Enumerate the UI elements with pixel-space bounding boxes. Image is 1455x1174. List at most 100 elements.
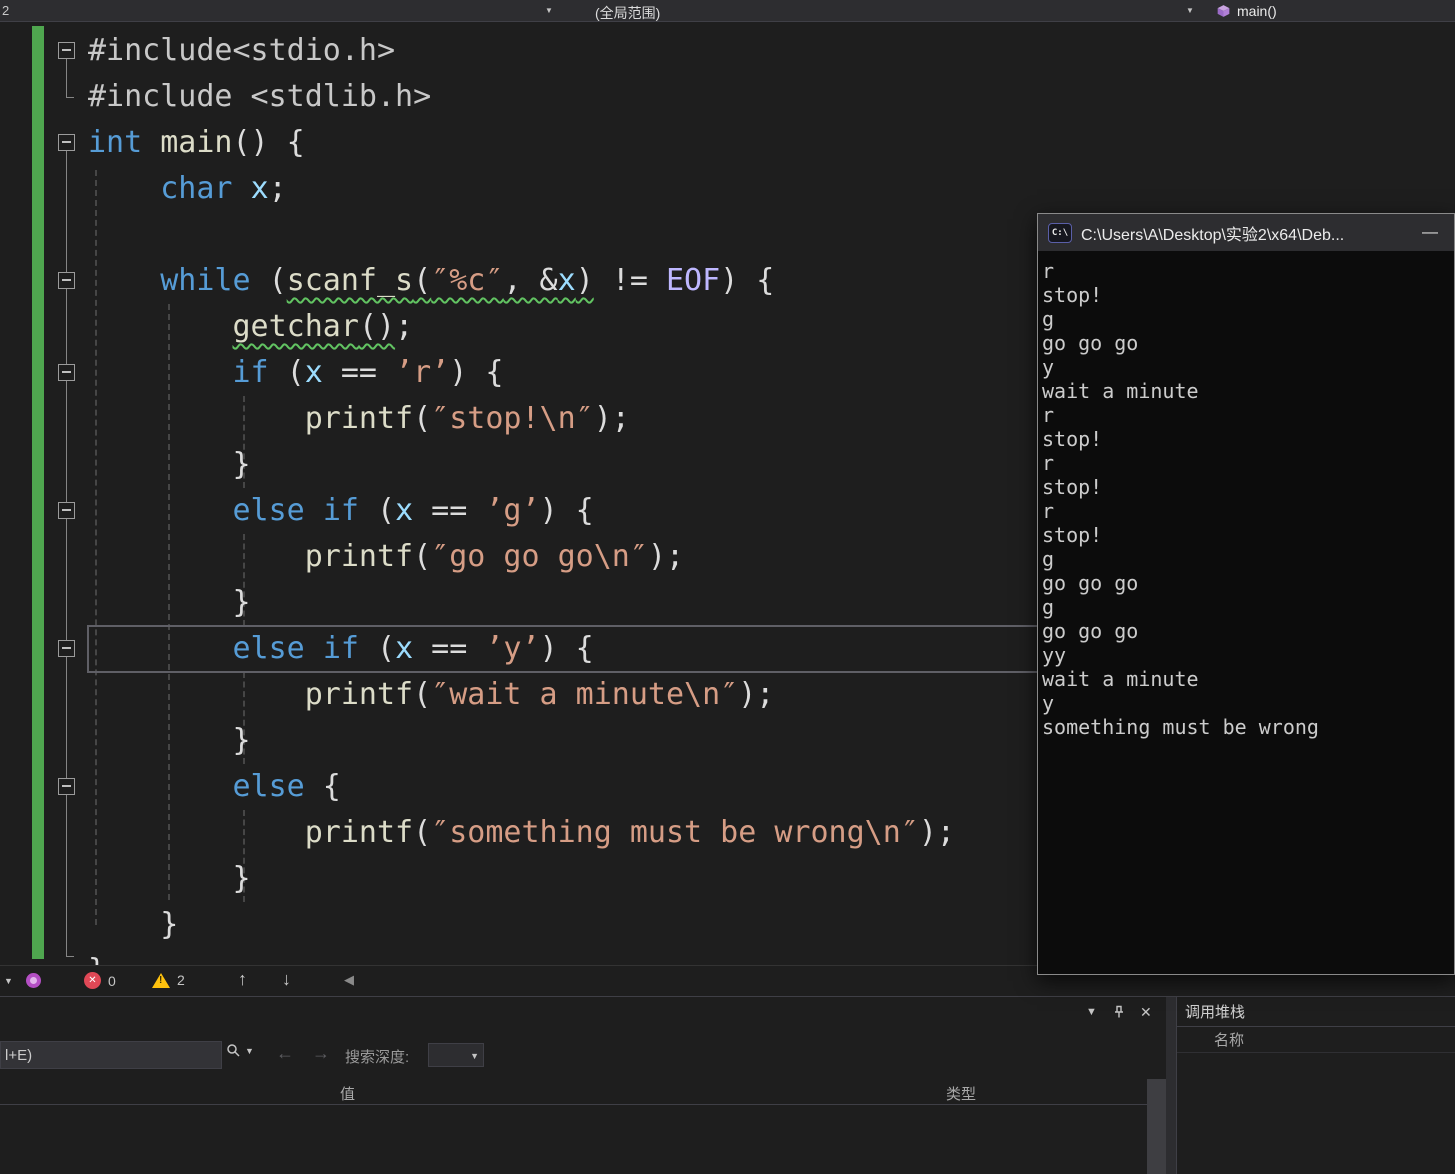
fold-marker[interactable] [58,134,75,151]
warning-count: 2 [177,972,185,988]
column-header-value[interactable]: 值 [340,1083,355,1104]
code-token: ; [268,171,287,206]
column-header-type[interactable]: 类型 [946,1083,976,1104]
warning-icon [152,972,170,988]
console-titlebar[interactable]: C:\ C:\Users\A\Desktop\实验2\x64\Deb... — [1038,214,1454,251]
console-line: y [1042,355,1055,379]
panel-divider[interactable] [1166,997,1176,1174]
chevron-down-icon[interactable]: ▼ [545,6,553,15]
console-line: stop! [1042,283,1103,307]
close-icon[interactable]: ✕ [1140,1004,1152,1021]
console-line: go go go [1042,571,1139,595]
code-token: ’y’ [485,631,540,666]
code-token: ″%c″ [431,263,504,298]
code-token: ( [413,815,432,850]
callstack-panel: 调用堆栈 名称 [1176,997,1455,1174]
code-line[interactable]: #include<stdio.h> [88,28,1455,74]
bottom-panels: ▼ ✕ ▼ ← → 搜索深度: ▼ 值 [0,996,1455,1174]
console-line: something must be wrong [1042,715,1319,739]
code-line[interactable]: int main() { [88,120,1455,166]
code-line[interactable]: #include <stdlib.h> [88,74,1455,120]
code-token: ″stop!\n″ [431,401,594,436]
code-token: } [88,861,251,896]
code-token: scanf_s [286,263,414,298]
code-token: if [322,493,359,528]
code-token: } [88,447,251,482]
callstack-title-row: 调用堆栈 [1177,997,1455,1027]
forward-arrow-button[interactable]: → [312,1043,330,1064]
code-token: #include <stdlib.h> [88,79,432,114]
watch-column-headers: 值 类型 [0,1079,1147,1105]
back-arrow-button[interactable]: ← [276,1043,294,1064]
error-count: 0 [108,972,116,989]
vs-window: 2 ▼ (全局范围) ▼ main() #include<stdio.h> #in… [0,0,1455,1174]
next-item-button[interactable]: ↓ [282,969,291,990]
code-token: x [557,263,576,298]
console-line: r [1042,259,1055,283]
code-token: if [322,631,359,666]
code-token: main [160,125,233,160]
code-token: == [413,493,486,528]
code-line[interactable]: char x; [88,166,1455,212]
scrollbar[interactable] [1147,1079,1166,1174]
fold-marker[interactable] [58,364,75,381]
code-token: , & [503,263,558,298]
code-token: ( [268,355,305,390]
code-token: EOF [666,263,721,298]
pin-icon[interactable] [1112,1005,1126,1024]
code-token: } [88,907,179,942]
code-token: ); [738,677,775,712]
code-token: { [304,769,341,804]
minimize-button[interactable]: — [1416,224,1444,242]
code-token: } [88,953,106,965]
code-token: printf [304,677,414,712]
column-header-name[interactable]: 名称 [1214,1029,1244,1050]
scope-dropdown[interactable]: (全局范围) [595,3,660,23]
code-token: else [232,769,305,804]
console-line: r [1042,451,1055,475]
search-icon [227,1044,240,1057]
chevron-down-icon[interactable]: ▼ [4,976,13,986]
console-line: stop! [1042,523,1103,547]
code-token: () { [232,125,305,160]
code-token: ’g’ [485,493,540,528]
fold-marker[interactable] [58,778,75,795]
code-token: else [232,493,305,528]
code-token: ( [250,263,287,298]
project-dropdown[interactable]: 2 [2,3,9,18]
console-line: stop! [1042,475,1103,499]
fold-marker[interactable] [58,42,75,59]
code-token: ; [395,309,414,344]
search-button[interactable]: ▼ [226,1043,254,1058]
fold-marker[interactable] [58,502,75,519]
search-depth-dropdown[interactable]: ▼ [428,1043,484,1067]
code-token: x [304,355,323,390]
code-token: printf [304,539,414,574]
fold-marker[interactable] [58,272,75,289]
code-token: ( [358,631,396,666]
member-dropdown[interactable]: main() [1237,3,1277,19]
code-token: != [593,263,666,298]
console-line: go go go [1042,331,1139,355]
previous-item-button[interactable]: ↑ [238,969,247,990]
chevron-down-icon[interactable]: ▼ [1186,6,1194,15]
window-menu-icon[interactable]: ▼ [1086,1006,1097,1018]
warnings-button[interactable]: 2 [152,972,185,988]
fold-marker[interactable] [58,640,75,657]
code-token: } [88,723,251,758]
diagnostics-icon[interactable] [26,973,41,988]
search-input[interactable] [0,1041,222,1069]
errors-button[interactable]: ✕ 0 [84,972,116,989]
collapse-left-icon[interactable]: ◀ [344,972,354,988]
console-title: C:\Users\A\Desktop\实验2\x64\Deb... [1081,226,1345,244]
code-token: == [413,631,486,666]
console-line: g [1042,307,1055,331]
callstack-column-headers: 名称 [1177,1027,1455,1053]
console-window[interactable]: C:\ C:\Users\A\Desktop\实验2\x64\Deb... — … [1037,213,1455,975]
